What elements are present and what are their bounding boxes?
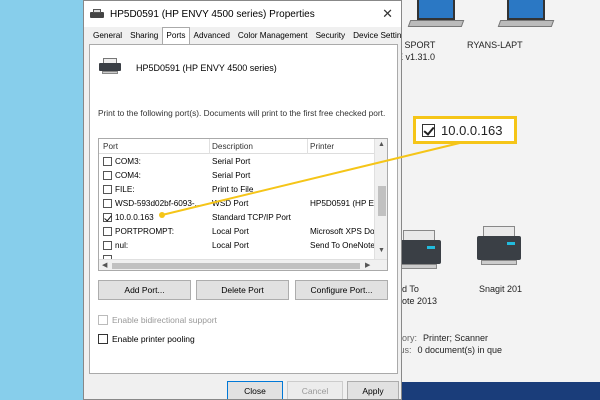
tab-ports[interactable]: Ports bbox=[162, 27, 190, 45]
tab-device-settings[interactable]: Device Settings bbox=[349, 27, 401, 45]
port-row[interactable]: COM3: Serial Port bbox=[99, 155, 374, 169]
tab-sharing[interactable]: Sharing bbox=[126, 27, 162, 45]
detail-value: 0 document(s) in que bbox=[417, 345, 503, 355]
port-checkbox[interactable] bbox=[103, 227, 112, 236]
port-description: WSD Port bbox=[212, 199, 249, 208]
port-printer: HP5D0591 (HP E bbox=[310, 199, 374, 208]
port-checkbox[interactable] bbox=[103, 199, 112, 208]
add-port-button[interactable]: Add Port... bbox=[98, 280, 191, 300]
checkbox-box bbox=[98, 315, 108, 325]
checkbox-box[interactable] bbox=[98, 334, 108, 344]
printer-name: HP5D0591 (HP ENVY 4500 series) bbox=[136, 63, 277, 73]
port-name: COM4: bbox=[115, 171, 141, 180]
ports-instructions: Print to the following port(s). Document… bbox=[98, 108, 386, 118]
printer-properties-dialog: HP5D0591 (HP ENVY 4500 series) Propertie… bbox=[83, 0, 402, 400]
window-title: HP5D0591 (HP ENVY 4500 series) Propertie… bbox=[110, 8, 315, 20]
port-description: Serial Port bbox=[212, 157, 251, 166]
device-label: RYANS-LAPT bbox=[467, 40, 523, 50]
port-list-header: Port Description Printer bbox=[99, 139, 374, 154]
port-name: WSD-593d02bf-6093-... bbox=[115, 199, 202, 208]
vertical-scrollbar[interactable]: ▲ ▼ bbox=[374, 139, 387, 259]
device-label: Snagit 201 bbox=[479, 284, 523, 294]
tab-security[interactable]: Security bbox=[312, 27, 350, 45]
cancel-button[interactable]: Cancel bbox=[287, 381, 343, 399]
ip-port-callout: 10.0.0.163 bbox=[413, 116, 517, 144]
port-description: Local Port bbox=[212, 227, 249, 236]
configure-port-button[interactable]: Configure Port... bbox=[295, 280, 388, 300]
tab-advanced[interactable]: Advanced bbox=[190, 27, 234, 45]
port-checkbox-checked[interactable] bbox=[103, 213, 112, 222]
checkbox-label: Enable printer pooling bbox=[112, 334, 195, 344]
port-row[interactable]: nul: Local Port Send To OneNote bbox=[99, 239, 374, 253]
checkbox-label: Enable bidirectional support bbox=[112, 315, 217, 325]
port-name: PORTPROMPT: bbox=[115, 227, 174, 236]
port-printer: Microsoft XPS Do bbox=[310, 227, 374, 236]
port-name: nul: bbox=[115, 241, 129, 250]
column-header-printer[interactable]: Printer bbox=[310, 142, 334, 151]
close-icon[interactable]: ✕ bbox=[382, 6, 393, 22]
scroll-up-icon[interactable]: ▲ bbox=[378, 141, 385, 148]
port-description: Standard TCP/IP Port bbox=[212, 213, 291, 222]
port-row[interactable]: PORTPROMPT: Local Port Microsoft XPS Do bbox=[99, 225, 374, 239]
port-description: Serial Port bbox=[212, 171, 251, 180]
port-checkbox[interactable] bbox=[103, 185, 112, 194]
port-name: 10.0.0.163 bbox=[115, 213, 154, 222]
port-list[interactable]: Port Description Printer COM3: Serial Po… bbox=[98, 138, 388, 271]
tab-general[interactable]: General bbox=[89, 27, 126, 45]
detail-row: tus: 0 document(s) in que bbox=[397, 345, 502, 355]
port-row[interactable]: FILE: Print to File bbox=[99, 183, 374, 197]
devices-and-printers-window: a SPORT E v1.31.0 RYANS-LAPT nd To note … bbox=[395, 0, 600, 400]
port-name: FILE: bbox=[115, 185, 135, 194]
port-checkbox[interactable] bbox=[103, 171, 112, 180]
close-button[interactable]: Close bbox=[227, 381, 283, 399]
port-description: Local Port bbox=[212, 241, 249, 250]
port-printer: Send To OneNote bbox=[310, 241, 374, 250]
detail-row: gory: Printer; Scanner bbox=[397, 333, 488, 343]
tab-color-management[interactable]: Color Management bbox=[234, 27, 312, 45]
printer-pooling-checkbox[interactable]: Enable printer pooling bbox=[98, 334, 195, 344]
device-label: a SPORT bbox=[397, 40, 436, 50]
device-label: note 2013 bbox=[397, 296, 438, 306]
scroll-thumb[interactable] bbox=[378, 186, 386, 216]
scroll-right-icon[interactable]: ▶ bbox=[365, 261, 370, 269]
callout-text: 10.0.0.163 bbox=[441, 122, 503, 138]
checkbox-checked-icon bbox=[422, 123, 435, 137]
port-checkbox[interactable] bbox=[103, 157, 112, 166]
printer-icon bbox=[99, 57, 121, 75]
device-label: E v1.31.0 bbox=[397, 52, 436, 62]
port-row-selected[interactable]: 10.0.0.163 Standard TCP/IP Port bbox=[99, 211, 374, 225]
scroll-left-icon[interactable]: ◀ bbox=[102, 261, 107, 269]
column-header-port[interactable]: Port bbox=[103, 142, 118, 151]
horizontal-scrollbar[interactable]: ◀ ▶ bbox=[99, 259, 387, 270]
scroll-thumb[interactable] bbox=[112, 263, 360, 269]
scroll-down-icon[interactable]: ▼ bbox=[378, 247, 385, 254]
port-row[interactable]: COM4: Serial Port bbox=[99, 169, 374, 183]
delete-port-button[interactable]: Delete Port bbox=[196, 280, 289, 300]
detail-value: Printer; Scanner bbox=[423, 333, 489, 343]
column-header-description[interactable]: Description bbox=[212, 142, 253, 151]
port-checkbox[interactable] bbox=[103, 241, 112, 250]
printer-icon bbox=[90, 8, 104, 20]
port-name: COM3: bbox=[115, 157, 141, 166]
apply-button[interactable]: Apply bbox=[347, 381, 399, 399]
tab-strip: General Sharing Ports Advanced Color Man… bbox=[89, 27, 401, 45]
port-description: Print to File bbox=[212, 185, 254, 194]
bidirectional-support-checkbox: Enable bidirectional support bbox=[98, 315, 217, 325]
title-bar[interactable]: HP5D0591 (HP ENVY 4500 series) Propertie… bbox=[84, 1, 401, 27]
taskbar bbox=[395, 382, 600, 400]
port-row[interactable]: WSD-593d02bf-6093-... WSD Port HP5D0591 … bbox=[99, 197, 374, 211]
